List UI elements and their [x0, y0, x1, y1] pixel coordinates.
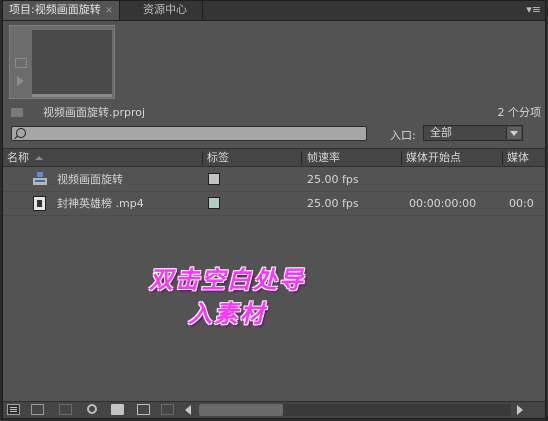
folder-icon [11, 108, 23, 117]
column-divider[interactable] [301, 151, 302, 165]
new-bin-icon[interactable] [111, 404, 124, 415]
tab-project[interactable]: 项目:视频画面旋转 × [3, 1, 121, 20]
automate-to-sequence-icon[interactable] [59, 404, 72, 415]
column-frame-rate[interactable]: 帧速率 [307, 149, 340, 166]
preview-image [32, 30, 112, 94]
in-point-selected: 全部 [430, 126, 452, 139]
delete-icon[interactable] [161, 404, 174, 415]
chevron-down-icon[interactable] [506, 127, 521, 139]
column-label[interactable]: 标签 [207, 149, 229, 166]
tab-project-label: 项目:视频画面旋转 [9, 3, 101, 16]
import-hint-line1: 双击空白处导 [149, 265, 305, 294]
row-frame-rate: 25.00 fps [307, 197, 359, 210]
icon-view-icon[interactable] [31, 404, 44, 415]
tab-media-browser-label: 资源中心 [143, 3, 187, 16]
column-media-extra[interactable]: 媒体 [507, 149, 529, 166]
column-divider[interactable] [401, 151, 402, 165]
table-row[interactable]: 视频画面旋转 25.00 fps [3, 168, 545, 192]
import-hint-line2: 入素材 [188, 299, 266, 328]
column-name[interactable]: 名称 [7, 149, 43, 166]
scrollbar-thumb[interactable] [199, 404, 283, 416]
preview-scrubber[interactable] [32, 94, 112, 97]
column-media-start[interactable]: 媒体开始点 [406, 149, 461, 166]
in-point-label: 入口: [390, 129, 416, 142]
scroll-left-icon[interactable] [185, 405, 191, 415]
tab-bar: 项目:视频画面旋转 × 资源中心 ▾≡ [3, 1, 545, 21]
tab-media-browser[interactable]: 资源中心 [137, 1, 203, 20]
camera-icon[interactable] [15, 58, 27, 68]
sequence-icon [33, 172, 47, 186]
list-view-icon[interactable] [7, 404, 20, 415]
video-clip-icon [33, 196, 46, 211]
in-point-select[interactable]: 全部 [423, 125, 523, 141]
row-media-start: 00:00:00:00 [409, 197, 477, 210]
play-icon[interactable] [17, 76, 24, 86]
sort-ascending-icon [35, 156, 43, 160]
project-file-name: 视频画面旋转.prproj [43, 106, 146, 119]
row-media-extra: 00:0 [509, 197, 534, 210]
project-panel: 项目:视频画面旋转 × 资源中心 ▾≡ 视频画面旋转.prproj 2 个分项 入… [2, 0, 546, 419]
import-hint-overlay: 双击空白处导 入素材 [97, 263, 357, 331]
search-icon [16, 128, 26, 138]
row-name: 视频画面旋转 [57, 173, 123, 186]
label-color-swatch[interactable] [208, 197, 220, 209]
close-icon[interactable]: × [105, 5, 113, 16]
item-count: 2 个分项 [497, 106, 542, 119]
row-frame-rate: 25.00 fps [307, 173, 359, 186]
find-icon[interactable] [87, 404, 97, 414]
scroll-right-icon[interactable] [517, 405, 523, 415]
bottom-toolbar [3, 401, 545, 418]
search-input[interactable] [11, 126, 367, 141]
new-item-icon[interactable] [137, 404, 150, 415]
table-row[interactable]: 封神英雄榜 .mp4 25.00 fps 00:00:00:00 00:0 [3, 192, 545, 216]
row-name: 封神英雄榜 .mp4 [57, 197, 144, 210]
panel-menu-icon[interactable]: ▾≡ [526, 1, 541, 20]
table-header: 名称 标签 帧速率 媒体开始点 媒体 [3, 148, 545, 167]
column-divider[interactable] [202, 151, 203, 165]
preview-thumbnail [9, 25, 115, 99]
project-info-row: 视频画面旋转.prproj 2 个分项 [9, 105, 541, 121]
label-color-swatch[interactable] [208, 173, 220, 185]
column-name-label: 名称 [7, 151, 29, 164]
column-divider[interactable] [502, 151, 503, 165]
